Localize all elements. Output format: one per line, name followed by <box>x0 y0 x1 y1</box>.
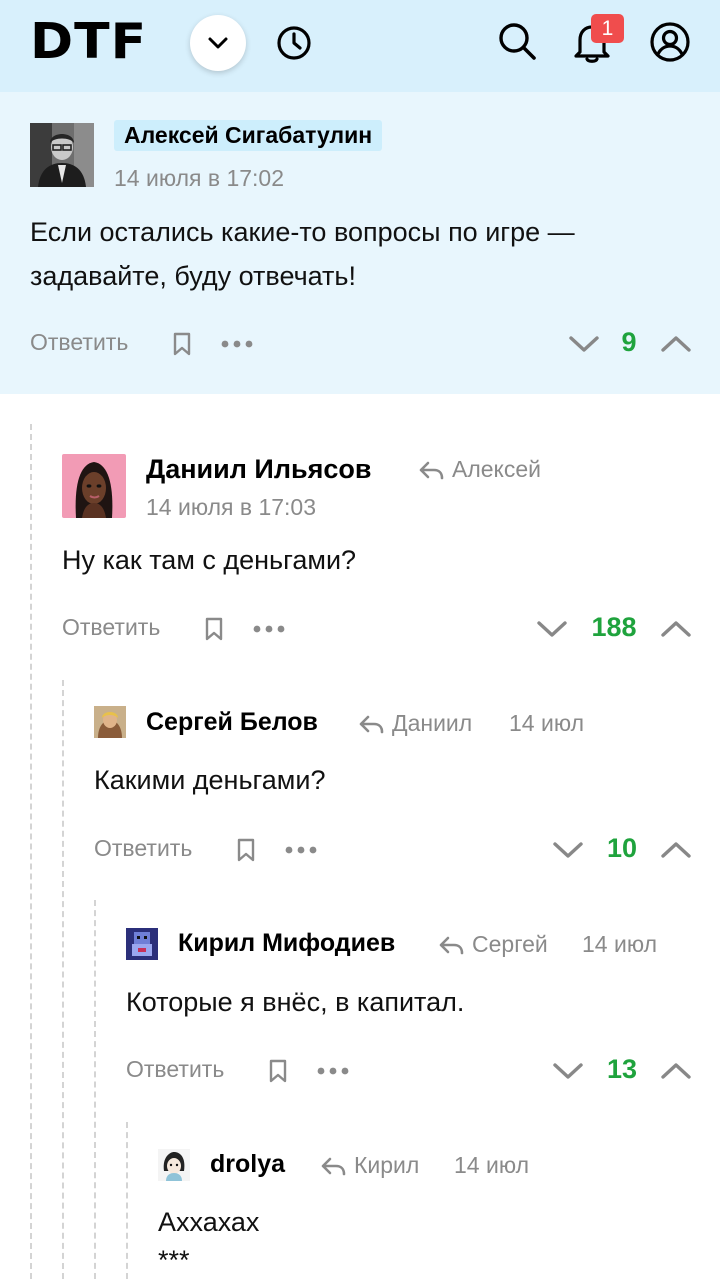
avatar[interactable] <box>94 706 126 738</box>
bookmark-button[interactable] <box>232 836 260 864</box>
reply-button[interactable]: Ответить <box>94 835 192 862</box>
avatar-illustrated-woman-icon <box>62 454 126 518</box>
bookmark-icon <box>269 1059 287 1083</box>
vote-down-button[interactable] <box>550 1057 586 1085</box>
comment-text-line: Если остались какие-то вопросы по игре — <box>30 217 575 247</box>
chevron-up-icon <box>661 1063 691 1079</box>
avatar[interactable] <box>126 928 158 960</box>
user-circle-icon <box>650 22 690 62</box>
bookmark-icon <box>237 838 255 862</box>
comment-rating: 13 <box>606 1054 638 1084</box>
thread-line <box>94 900 96 1279</box>
comment-text: Ну как там с деньгами? <box>62 545 357 575</box>
vote-up-button[interactable] <box>658 330 694 358</box>
vote-up-button[interactable] <box>658 1057 694 1085</box>
avatar[interactable] <box>158 1149 190 1181</box>
avatar-drawing-icon <box>158 1149 190 1181</box>
comment-rating: 188 <box>591 612 637 642</box>
reply-to-link[interactable]: Алексей <box>418 456 541 483</box>
chevron-down-icon <box>553 1063 583 1079</box>
comment-date[interactable]: 14 июля в 17:02 <box>114 165 284 192</box>
clock-icon <box>277 26 311 60</box>
comment-date[interactable]: 14 июл <box>454 1152 529 1179</box>
more-options-button[interactable] <box>314 1061 352 1081</box>
reply-arrow-icon <box>439 936 464 954</box>
comment-author[interactable]: Алексей Сигабатулин <box>114 120 383 151</box>
comment-author[interactable]: Даниил Ильясов <box>146 454 371 485</box>
comment-text-line: *** <box>158 1245 190 1275</box>
comment-date[interactable]: 14 июля в 17:03 <box>146 494 316 521</box>
comment-date[interactable]: 14 июл <box>582 931 657 958</box>
more-options-button[interactable] <box>218 334 256 354</box>
bookmark-icon <box>173 332 191 356</box>
bookmark-button[interactable] <box>200 615 228 643</box>
reply-arrow-icon <box>359 715 384 733</box>
reply-to-link[interactable]: Даниил <box>358 710 472 737</box>
chevron-down-icon <box>553 842 583 858</box>
avatar-pixel-art-icon <box>126 928 158 960</box>
more-dots-icon <box>221 340 253 348</box>
more-options-button[interactable] <box>282 840 320 860</box>
reply-button[interactable]: Ответить <box>126 1056 224 1083</box>
top-navbar: DTF 1 <box>0 0 720 92</box>
avatar-photo-icon <box>94 706 126 738</box>
comment-date[interactable]: 14 июл <box>509 710 584 737</box>
dtf-logo[interactable]: DTF <box>30 17 147 66</box>
more-dots-icon <box>285 846 317 854</box>
search-button[interactable] <box>494 18 540 64</box>
bookmark-button[interactable] <box>168 330 196 358</box>
thread-line <box>62 680 64 1279</box>
chevron-down-icon <box>569 336 599 352</box>
avatar[interactable] <box>62 454 126 518</box>
comment-rating: 10 <box>606 833 638 863</box>
chevron-up-icon <box>661 336 691 352</box>
history-button[interactable] <box>272 21 316 65</box>
reply-to-name: Кирил <box>354 1152 420 1178</box>
reply-arrow-icon <box>419 461 444 479</box>
bookmark-icon <box>205 617 223 641</box>
reply-to-link[interactable]: Сергей <box>438 931 548 958</box>
comment-author[interactable]: Сергей Белов <box>146 708 318 737</box>
avatar-photo-man-icon <box>30 123 94 187</box>
vote-up-button[interactable] <box>658 836 694 864</box>
profile-button[interactable] <box>646 18 694 66</box>
search-icon <box>499 23 536 60</box>
comment-author[interactable]: drolya <box>210 1150 285 1179</box>
comment-author[interactable]: Кирил Мифодиев <box>178 929 395 958</box>
reply-to-name: Даниил <box>392 710 473 736</box>
reply-to-name: Алексей <box>452 456 542 482</box>
vote-down-button[interactable] <box>566 330 602 358</box>
reply-to-link[interactable]: Кирил <box>320 1152 419 1179</box>
notifications-count-badge: 1 <box>591 14 624 43</box>
site-menu-dropdown-button[interactable] <box>190 15 246 71</box>
more-dots-icon <box>253 625 285 633</box>
chevron-down-icon <box>537 621 567 637</box>
comment-text: Какими деньгами? <box>94 765 326 795</box>
vote-up-button[interactable] <box>658 615 694 643</box>
chevron-down-icon <box>208 37 228 49</box>
comment-text: Которые я внёс, в капитал. <box>126 987 465 1017</box>
reply-button[interactable]: Ответить <box>30 329 128 356</box>
chevron-up-icon <box>661 621 691 637</box>
comment-text-line: задавайте, буду отвечать! <box>30 261 356 291</box>
bookmark-button[interactable] <box>264 1057 292 1085</box>
thread-line <box>30 424 32 1279</box>
reply-button[interactable]: Ответить <box>62 614 160 641</box>
comment-rating: 9 <box>621 327 637 357</box>
reply-to-name: Сергей <box>472 931 548 957</box>
more-dots-icon <box>317 1067 349 1075</box>
chevron-up-icon <box>661 842 691 858</box>
thread-line <box>126 1122 128 1279</box>
more-options-button[interactable] <box>250 619 288 639</box>
reply-arrow-icon <box>321 1157 346 1175</box>
avatar[interactable] <box>30 123 94 187</box>
vote-down-button[interactable] <box>550 836 586 864</box>
vote-down-button[interactable] <box>534 615 570 643</box>
